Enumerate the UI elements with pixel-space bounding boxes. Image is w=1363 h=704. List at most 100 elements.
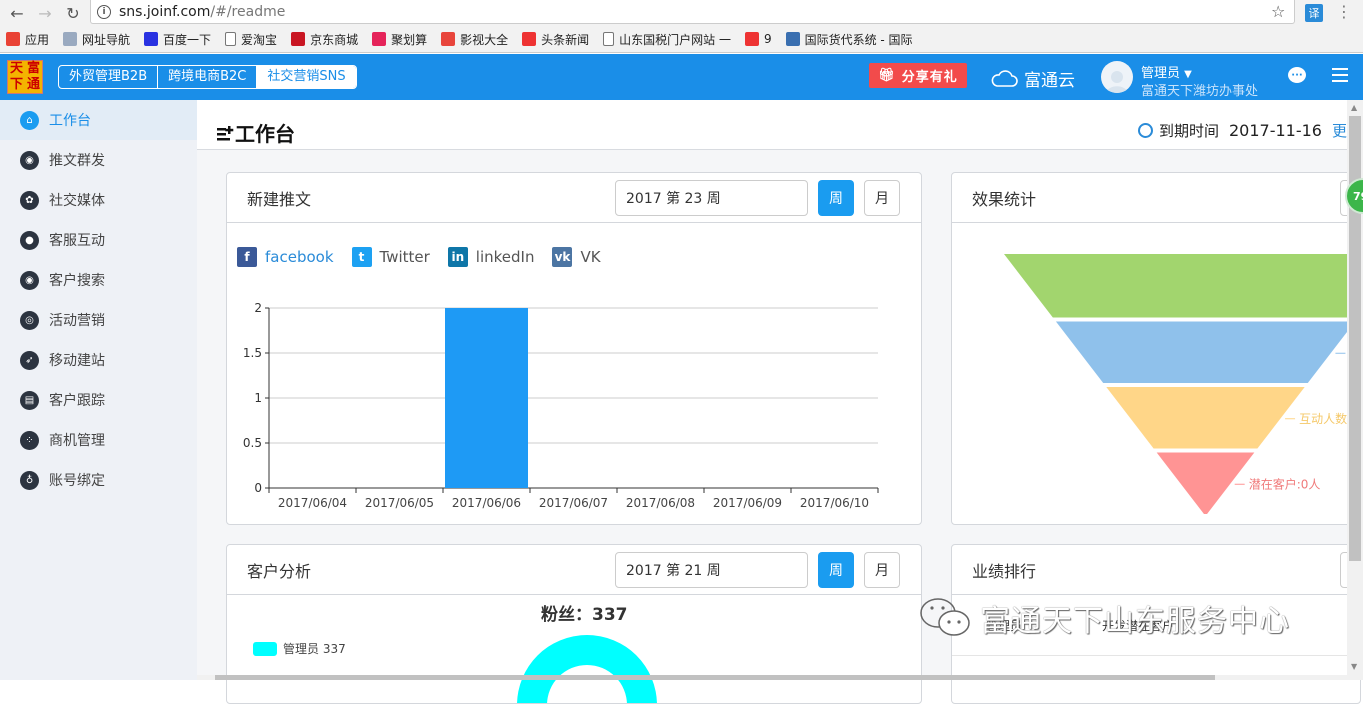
forward-button[interactable]: →: [34, 2, 56, 24]
segment-sns[interactable]: 社交营销SNS: [257, 66, 356, 88]
bookmark-item[interactable]: 聚划算: [372, 31, 427, 48]
user-menu[interactable]: 管理员 ▼: [1141, 62, 1192, 81]
sidebar-item[interactable]: ♁ 账号绑定: [0, 460, 197, 500]
hamburger-menu-icon[interactable]: [1332, 68, 1348, 86]
legend-item-twitter[interactable]: t Twitter: [351, 247, 430, 267]
y-tick-label: 2: [254, 301, 262, 315]
sidebar-item[interactable]: ◉ 推文群发: [0, 140, 197, 180]
sidebar-item[interactable]: ✿ 社交媒体: [0, 180, 197, 220]
sidebar: ⌂ 工作台 ◉ 推文群发 ✿ 社交媒体 ● 客服互动 ◉ 客户搜索 ◎ 活动营销 ➶ 移动建站 ▤ 客户跟踪 ⁘…: [0, 100, 197, 680]
logo[interactable]: 天 富 下 通: [7, 60, 43, 94]
back-button[interactable]: ←: [6, 2, 28, 24]
bookmark-label: 山东国税门户网站 一: [619, 32, 731, 47]
legend-label: 管理员 337: [283, 642, 346, 656]
bookmark-item[interactable]: 山东国税门户网站 一: [603, 31, 731, 48]
bar[interactable]: [445, 308, 528, 488]
share-gift-button[interactable]: 🎁︎ 分享有礼: [869, 63, 967, 88]
home-icon: ⌂: [20, 110, 39, 130]
info-icon[interactable]: i: [97, 4, 111, 19]
bookmark-label: 影视大全: [460, 32, 509, 47]
sidebar-item[interactable]: ● 客服互动: [0, 220, 197, 260]
week-picker-input[interactable]: 2017 第 21 周: [615, 552, 808, 588]
scroll-thumb[interactable]: [215, 675, 1215, 680]
week-picker-input[interactable]: 2017 第 23 周: [615, 180, 808, 216]
bookmark-star-icon[interactable]: ☆: [1271, 2, 1285, 21]
expiry-info: 到期时间 2017-11-16 更: [1137, 120, 1347, 141]
pie-legend-item[interactable]: 管理员 337: [253, 640, 346, 657]
month-button[interactable]: 月: [864, 552, 900, 588]
bookmark-item[interactable]: 百度一下: [144, 31, 211, 48]
renew-link[interactable]: 更: [1332, 120, 1347, 141]
sidebar-item-label: 工作台: [49, 113, 91, 129]
bookmark-item[interactable]: 应用: [6, 31, 49, 48]
sidebar-item[interactable]: ◎ 活动营销: [0, 300, 197, 340]
y-tick-label: 1.5: [243, 346, 262, 360]
reload-button[interactable]: ↻: [62, 2, 84, 24]
translate-icon[interactable]: 译: [1305, 4, 1323, 22]
x-tick-label: 2017/06/07: [539, 496, 608, 510]
bookmark-item[interactable]: 头条新闻: [522, 31, 589, 48]
x-tick-label: 2017/06/06: [452, 496, 521, 510]
url-host: sns.joinf.com: [119, 3, 211, 20]
rank-divider: [952, 655, 1360, 656]
funnel-label: 潜在客户:0人: [1249, 476, 1321, 491]
scroll-up-icon[interactable]: ▲: [1351, 103, 1357, 112]
card-header: 业绩排行: [952, 545, 1360, 595]
funnel-segment[interactable]: [1055, 321, 1356, 384]
share-label: 分享有礼: [901, 70, 958, 85]
legend-item-facebook[interactable]: f facebook: [237, 247, 334, 267]
avatar[interactable]: [1101, 61, 1133, 93]
page-header: 工作台 到期时间 2017-11-16 更: [197, 100, 1347, 150]
month-button[interactable]: 月: [864, 180, 900, 216]
bookmark-item[interactable]: 网址导航: [63, 31, 130, 48]
bookmark-item[interactable]: 京东商城: [291, 31, 358, 48]
funnel-segment[interactable]: [1106, 387, 1305, 449]
week-button[interactable]: 周: [818, 552, 854, 588]
effect-funnel-chart: 访…互动人数:0潜在客户:0人: [1004, 254, 1361, 515]
card-title: 业绩排行: [972, 561, 1037, 581]
bookmark-label: 头条新闻: [541, 32, 590, 47]
eye-icon: ◉: [20, 150, 39, 170]
sidebar-item[interactable]: ◉ 客户搜索: [0, 260, 197, 300]
sidebar-item-label: 客户跟踪: [49, 393, 105, 409]
horizontal-scrollbar[interactable]: [197, 675, 1347, 680]
segment-b2b[interactable]: 外贸管理B2B: [59, 66, 159, 88]
sidebar-item[interactable]: ➶ 移动建站: [0, 340, 197, 380]
logo-char: 通: [26, 77, 40, 92]
toutiao-icon: [522, 32, 537, 46]
user-name: 管理员: [1141, 66, 1181, 81]
document-icon: ▤: [20, 390, 39, 410]
sidebar-item[interactable]: ⌂ 工作台: [0, 100, 197, 140]
bookmark-item[interactable]: 国际货代系统 - 国际: [785, 31, 913, 48]
cloud-link[interactable]: 富通云: [990, 66, 1075, 91]
sidebar-item[interactable]: ▤ 客户跟踪: [0, 380, 197, 420]
tweets-bar-chart: 0 0.5 1 1.5 2 2017/06/04 2017/06/05 2017/06/06 2…: [243, 301, 879, 510]
bookmark-item[interactable]: 9: [744, 32, 772, 46]
rocket-icon: ➶: [20, 350, 39, 370]
cloud-icon: [991, 69, 1018, 87]
funnel-segment[interactable]: [1156, 452, 1255, 515]
funnel-segment[interactable]: [1004, 254, 1361, 318]
browser-menu-icon[interactable]: ⋮: [1336, 3, 1352, 21]
scroll-down-icon[interactable]: ▼: [1351, 662, 1357, 671]
week-button[interactable]: 周: [818, 180, 854, 216]
bookmark-label: 国际货代系统 - 国际: [804, 32, 913, 47]
legend-item-vk[interactable]: vk VK: [552, 247, 601, 267]
chat-icon[interactable]: ···: [1288, 67, 1306, 83]
jd-icon: [291, 32, 306, 46]
eye-search-icon: ◉: [20, 270, 39, 290]
donut-slice: [517, 635, 657, 703]
bookmark-label: 网址导航: [82, 32, 131, 47]
segment-b2c[interactable]: 跨境电商B2C: [158, 66, 258, 88]
legend-item-linkedin[interactable]: in linkedIn: [447, 247, 534, 267]
url-bar[interactable]: i sns.joinf.com/#/readme: [90, 0, 1295, 24]
sidebar-item-label: 商机管理: [49, 433, 105, 449]
wechat-watermark: 富通天下山东服务中心: [918, 596, 1290, 640]
logo-char: 富: [26, 61, 40, 76]
sidebar-item-label: 客服互动: [49, 233, 105, 249]
bookmark-item[interactable]: 爱淘宝: [225, 31, 277, 48]
sidebar-item-label: 移动建站: [49, 353, 105, 369]
sidebar-item-label: 推文群发: [49, 153, 105, 169]
bookmark-item[interactable]: 影视大全: [441, 31, 508, 48]
sidebar-item[interactable]: ⁘ 商机管理: [0, 420, 197, 460]
